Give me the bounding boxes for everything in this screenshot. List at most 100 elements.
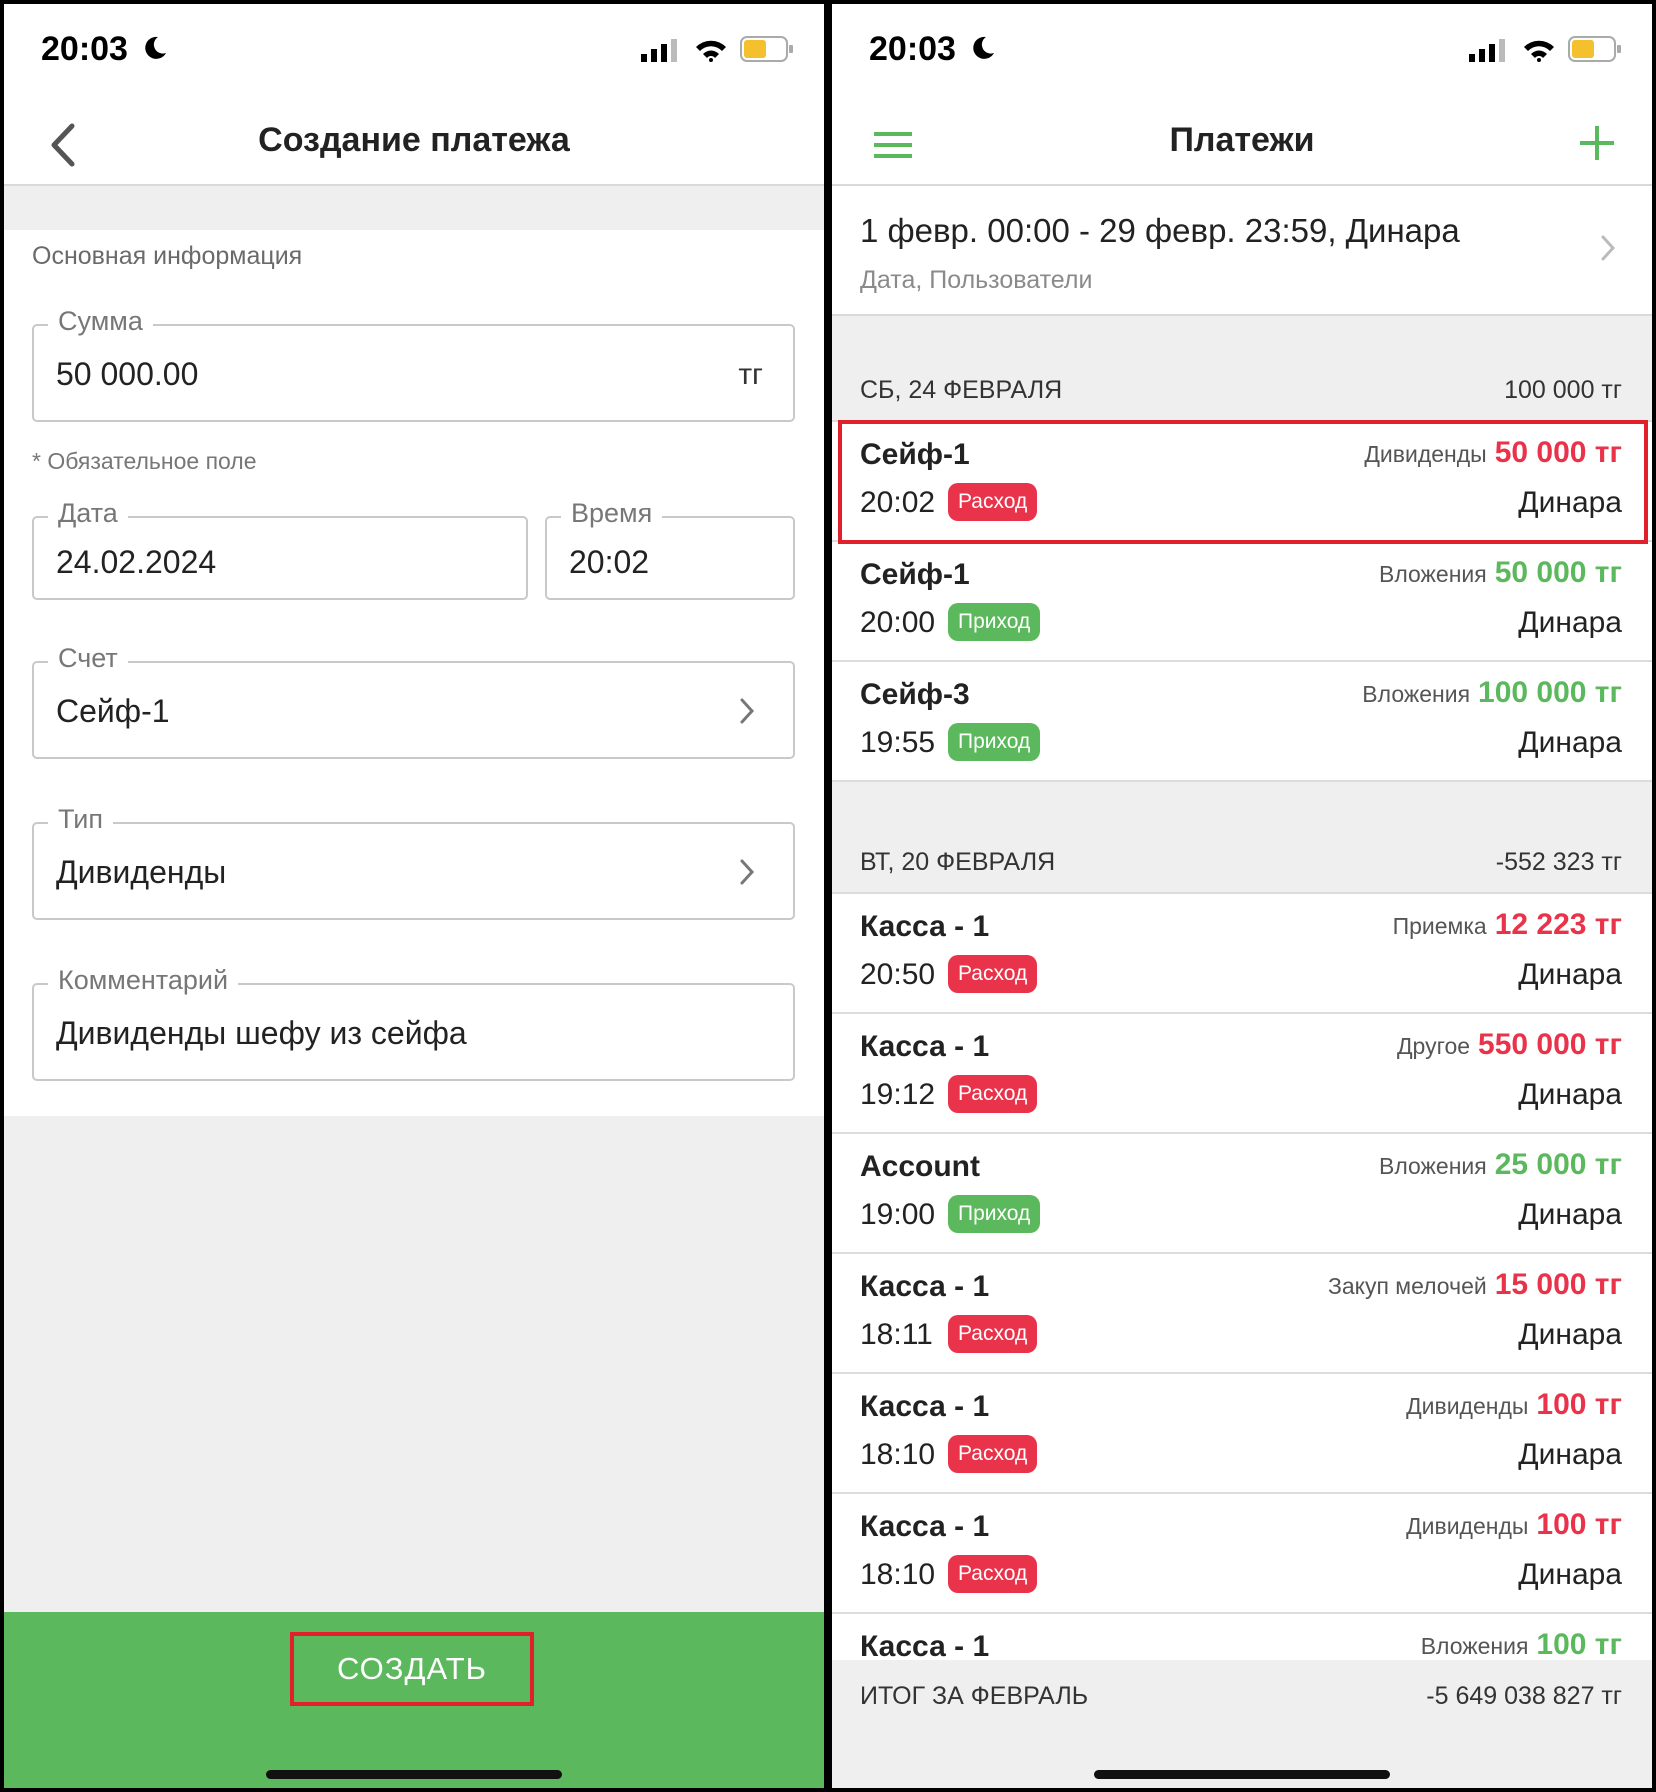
- signal-icon: [641, 39, 678, 62]
- row-category: Вложения: [1378, 1153, 1487, 1179]
- row-time: 19:55: [860, 726, 936, 759]
- footer-total: -5 649 038 827 тг: [1426, 1682, 1622, 1710]
- add-icon[interactable]: [1578, 124, 1616, 167]
- payment-row[interactable]: Account 19:00 Приход Вложения 25 000 тг Д…: [832, 1134, 1652, 1254]
- row-account: Сейф-1: [860, 558, 970, 591]
- nav-bar: Создание платежа: [4, 104, 824, 186]
- expense-badge: Расход: [948, 955, 1038, 993]
- filter-row[interactable]: 1 февр. 00:00 - 29 февр. 23:59, Динара Д…: [832, 186, 1652, 316]
- amount-label: Сумма: [48, 306, 153, 337]
- row-amount: 550 000 тг: [1478, 1028, 1622, 1061]
- month-total-footer: ИТОГ ЗА ФЕВРАЛЬ -5 649 038 827 тг: [832, 1660, 1652, 1788]
- row-user: Динара: [1518, 606, 1622, 639]
- payment-form: Основная информация Сумма 50 000.00 тг *…: [4, 230, 824, 1116]
- account-label: Счет: [48, 643, 128, 674]
- row-user: Динара: [1518, 1198, 1622, 1231]
- row-category: Приемка: [1392, 913, 1487, 939]
- create-payment-screen: 20:03 Создание платежа Основная информац…: [4, 4, 824, 1788]
- row-account: Касса - 1: [860, 1390, 990, 1423]
- time-field[interactable]: Время 20:02: [545, 498, 795, 600]
- type-label: Тип: [48, 804, 114, 835]
- row-account: Касса - 1: [860, 1510, 990, 1543]
- row-user: Динара: [1518, 1078, 1622, 1111]
- payments-list-screen: 20:03 Платежи 1 февр. 00:00 - 29 февр. 2…: [832, 4, 1652, 1788]
- row-user: Динара: [1518, 1438, 1622, 1471]
- row-amount: 15 000 тг: [1494, 1268, 1622, 1301]
- row-category: Вложения: [1378, 561, 1487, 587]
- chevron-right-icon: [1600, 234, 1616, 267]
- row-account: Касса - 1: [860, 910, 990, 943]
- type-field[interactable]: Тип Дивиденды: [32, 804, 795, 920]
- bottom-action-bar: СОЗДАТЬ: [4, 1612, 824, 1788]
- income-badge: Приход: [948, 723, 1041, 761]
- wifi-icon: [695, 40, 726, 62]
- comment-value: Дивиденды шефу из сейфа: [56, 1015, 467, 1051]
- status-time: 20:03: [41, 30, 128, 68]
- row-account: Сейф-3: [860, 678, 970, 711]
- row-amount: 100 тг: [1536, 1628, 1622, 1661]
- highlight-frame: [838, 420, 1648, 544]
- status-time: 20:03: [869, 30, 956, 68]
- create-button[interactable]: СОЗДАТЬ: [290, 1632, 534, 1706]
- nav-bar: Платежи: [832, 104, 1652, 186]
- filter-summary: 1 февр. 00:00 - 29 февр. 23:59, Динара: [860, 212, 1460, 249]
- payment-row[interactable]: Сейф-1 20:00 Приход Вложения 50 000 тг Ди…: [832, 542, 1652, 662]
- filter-subtitle: Дата, Пользователи: [860, 266, 1093, 294]
- signal-icon: [1469, 39, 1506, 62]
- expense-badge: Расход: [948, 1435, 1038, 1473]
- comment-field[interactable]: Комментарий Дивиденды шефу из сейфа: [32, 965, 795, 1081]
- date-field[interactable]: Дата 24.02.2024: [32, 498, 528, 600]
- moon-icon: [968, 34, 996, 67]
- page-title: Платежи: [1169, 121, 1315, 159]
- row-time: 19:12: [860, 1078, 936, 1111]
- row-category: Вложения: [1362, 681, 1471, 707]
- day-date: СБ, 24 ФЕВРАЛЯ: [860, 376, 1063, 404]
- payment-row[interactable]: Сейф-3 19:55 Приход Вложения 100 000 тг Д…: [832, 662, 1652, 782]
- expense-badge: Расход: [948, 1315, 1038, 1353]
- payment-row[interactable]: Касса - 1 20:50 Расход Приемка 12 223 тг …: [832, 894, 1652, 1014]
- row-account: Касса - 1: [860, 1270, 990, 1303]
- row-category: Дивиденды: [1406, 1393, 1529, 1419]
- payment-row[interactable]: Касса - 1 18:10 Расход Дивиденды 100 тг Д…: [832, 1494, 1652, 1614]
- row-user: Динара: [1518, 958, 1622, 991]
- status-bar: 20:03: [4, 4, 824, 104]
- payment-row[interactable]: Касса - 1 18:11 Расход Закуп мелочей 15 0…: [832, 1254, 1652, 1374]
- row-category: Дивиденды: [1406, 1513, 1529, 1539]
- row-account: Касса - 1: [860, 1030, 990, 1063]
- date-label: Дата: [48, 498, 128, 529]
- row-amount: 12 223 тг: [1494, 908, 1622, 941]
- time-label: Время: [561, 498, 663, 529]
- home-indicator: [1094, 1770, 1390, 1779]
- payment-row[interactable]: Касса - 1 19:12 Расход Другое 550 000 тг …: [832, 1014, 1652, 1134]
- page-title: Создание платежа: [258, 121, 570, 159]
- row-amount: 100 000 тг: [1478, 676, 1622, 709]
- required-hint: * Обязательное поле: [32, 448, 257, 474]
- row-time: 20:00: [860, 606, 936, 639]
- footer-label: ИТОГ ЗА ФЕВРАЛЬ: [860, 1682, 1089, 1710]
- chevron-right-icon: [739, 858, 755, 891]
- day-header: ВТ, 20 ФЕВРАЛЯ -552 323 тг: [832, 830, 1652, 894]
- type-value: Дивиденды: [56, 854, 227, 890]
- day-total: 100 000 тг: [1504, 376, 1622, 404]
- row-time: 20:50: [860, 958, 936, 991]
- status-bar: 20:03: [832, 4, 1652, 104]
- row-time: 18:11: [860, 1318, 933, 1351]
- amount-field[interactable]: Сумма 50 000.00 тг: [32, 306, 795, 422]
- income-badge: Приход: [948, 1195, 1041, 1233]
- payment-row[interactable]: Касса - 1 18:10 Расход Дивиденды 100 тг Д…: [832, 1374, 1652, 1494]
- day-date: ВТ, 20 ФЕВРАЛЯ: [860, 848, 1056, 876]
- section-title: Основная информация: [32, 242, 303, 270]
- row-user: Динара: [1518, 1318, 1622, 1351]
- row-amount: 100 тг: [1536, 1388, 1622, 1421]
- moon-icon: [140, 34, 168, 67]
- row-amount: 50 000 тг: [1494, 556, 1622, 589]
- row-category: Другое: [1396, 1033, 1471, 1059]
- row-category: Вложения: [1420, 1633, 1529, 1659]
- day-total: -552 323 тг: [1495, 848, 1622, 876]
- row-account: Касса - 1: [860, 1630, 990, 1663]
- row-category: Закуп мелочей: [1327, 1273, 1487, 1299]
- currency-suffix: тг: [738, 358, 763, 391]
- row-amount: 25 000 тг: [1494, 1148, 1622, 1181]
- home-indicator: [266, 1770, 562, 1779]
- account-field[interactable]: Счет Сейф-1: [32, 643, 795, 759]
